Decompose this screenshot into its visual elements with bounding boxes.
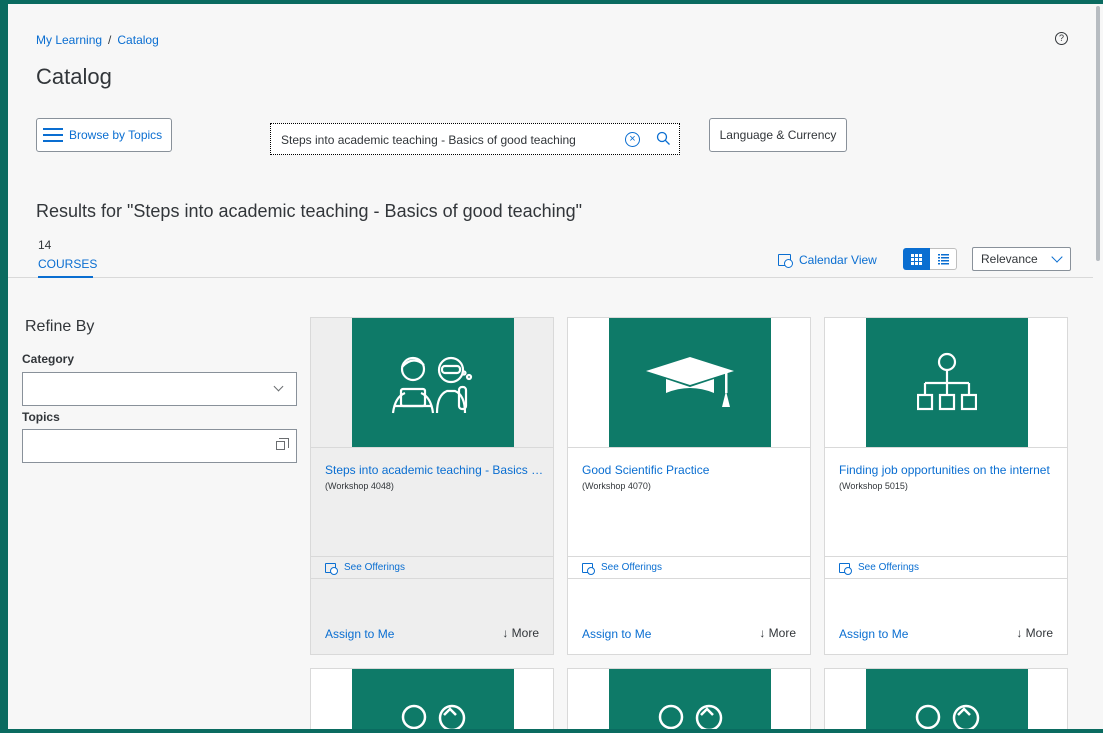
org-chart-icon [917,352,977,410]
tab-active-indicator [38,276,93,278]
view-toggle [903,248,957,270]
course-thumbnail [609,669,771,729]
course-subtitle: (Workshop 4048) [325,481,394,491]
grid-view-button[interactable] [903,248,930,270]
page-header: My Learning / Catalog ? Catalog Browse b… [8,4,1101,278]
course-title[interactable]: Good Scientific Practice [582,463,802,477]
more-label: More [768,626,796,640]
divider [568,447,810,448]
see-offerings-label: See Offerings [601,562,662,573]
see-offerings-label: See Offerings [858,562,919,573]
tab-courses[interactable]: COURSES [38,257,97,271]
sort-value: Relevance [981,252,1038,266]
category-select[interactable] [22,372,297,406]
assign-to-me-button[interactable]: Assign to Me [839,627,908,641]
search-field[interactable]: Steps into academic teaching - Basics of… [270,123,680,155]
course-thumbnail [866,318,1028,447]
calendar-icon [325,562,338,575]
search-input[interactable]: Steps into academic teaching - Basics of… [281,133,576,147]
refine-title: Refine By [25,318,95,335]
browse-by-topics-button[interactable]: Browse by Topics [36,118,172,152]
calendar-icon [582,562,595,575]
more-label: More [1025,626,1053,640]
topics-label: Topics [22,410,60,424]
menu-icon [43,128,63,142]
browse-by-topics-label: Browse by Topics [69,128,163,142]
course-thumbnail [609,318,771,447]
more-label: More [511,626,539,640]
students-icon [915,704,980,729]
breadcrumb-my-learning[interactable]: My Learning [36,33,102,47]
course-title[interactable]: Steps into academic teaching - Basics of… [325,463,545,477]
list-icon [937,253,949,264]
course-card[interactable] [310,668,554,729]
calendar-view-label: Calendar View [799,253,877,267]
course-subtitle: (Workshop 4070) [582,481,651,491]
category-label: Category [22,352,75,366]
course-card[interactable] [567,668,811,729]
course-title[interactable]: Finding job opportunities on the interne… [839,463,1059,477]
sort-select[interactable]: Relevance [972,247,1071,271]
students-icon [391,356,473,413]
calendar-icon [778,254,793,268]
chevron-down-icon [273,381,284,392]
course-card[interactable] [824,668,1068,729]
assign-to-me-button[interactable]: Assign to Me [582,627,651,641]
see-offerings-link[interactable]: See Offerings [825,556,1067,579]
breadcrumb-separator: / [108,33,112,47]
divider [311,447,553,448]
chevron-down-icon [1051,251,1063,263]
assign-to-me-button[interactable]: Assign to Me [325,627,394,641]
divider [825,447,1067,448]
results-count: 14 [38,238,52,252]
course-card[interactable]: Good Scientific Practice (Workshop 4070)… [567,317,811,655]
more-button[interactable]: ↓ More [502,626,539,640]
clear-icon[interactable]: × [625,132,640,147]
tab-divider [8,277,1101,278]
grid-icon [911,253,922,265]
results-title: Results for "Steps into academic teachin… [36,201,583,221]
scrollbar[interactable] [1093,4,1103,729]
students-icon [658,704,723,729]
help-icon[interactable]: ? [1055,32,1068,45]
calendar-view-button[interactable]: Calendar View [778,253,877,268]
more-button[interactable]: ↓ More [759,626,796,640]
list-view-button[interactable] [930,248,957,270]
see-offerings-link[interactable]: See Offerings [311,556,553,579]
course-subtitle: (Workshop 5015) [839,481,908,491]
scrollbar-thumb[interactable] [1096,6,1100,261]
course-thumbnail [352,318,514,447]
see-offerings-link[interactable]: See Offerings [568,556,810,579]
value-help-icon[interactable] [276,438,289,450]
more-button[interactable]: ↓ More [1016,626,1053,640]
course-thumbnail [866,669,1028,729]
graduation-cap-icon [646,356,734,407]
breadcrumb-catalog[interactable]: Catalog [117,33,158,47]
course-card[interactable]: Steps into academic teaching - Basics of… [310,317,554,655]
search-icon[interactable] [656,131,671,146]
students-icon [401,704,466,729]
language-currency-button[interactable]: Language & Currency [709,118,847,152]
course-card[interactable]: Finding job opportunities on the interne… [824,317,1068,655]
course-thumbnail [352,669,514,729]
page-title: Catalog [36,64,112,89]
topics-input[interactable] [22,429,297,463]
calendar-icon [839,562,852,575]
see-offerings-label: See Offerings [344,562,405,573]
app-window: My Learning / Catalog ? Catalog Browse b… [8,4,1101,729]
breadcrumb: My Learning / Catalog [36,33,159,47]
